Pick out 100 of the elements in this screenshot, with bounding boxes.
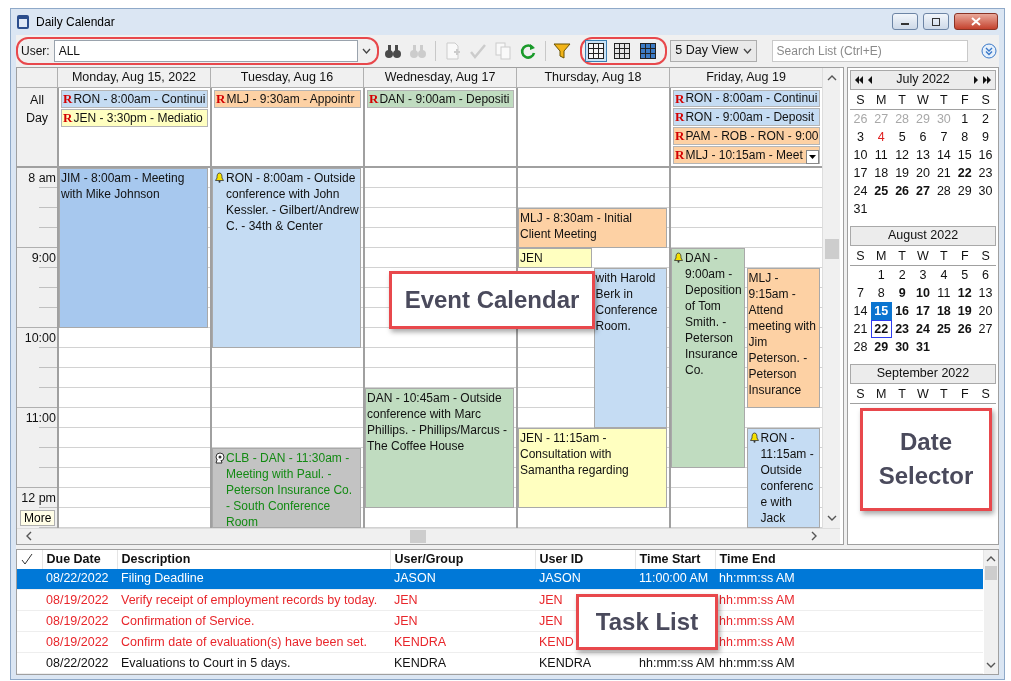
scroll-up-icon[interactable] — [826, 73, 837, 81]
scrollbar-thumb[interactable] — [410, 529, 426, 543]
calendar-day[interactable]: 19 — [891, 163, 913, 182]
event-block[interactable]: RON - 8:00am - Outside conference with John Kessler. - Gilbert/Andrew C. - 34th & Center — [212, 167, 361, 348]
scrollbar-thumb[interactable] — [824, 238, 839, 259]
calendar-day[interactable]: 18 — [870, 163, 892, 182]
all-day-event[interactable]: RMLJ - 9:30am - Appointr — [214, 89, 361, 108]
calendar-day[interactable]: 7 — [933, 127, 955, 146]
calendar-day[interactable]: 3 — [850, 127, 871, 146]
calendar-day[interactable]: 26 — [954, 319, 976, 338]
calendar-day[interactable]: 25 — [870, 181, 892, 200]
calendar-day[interactable]: 31 — [912, 337, 934, 356]
calendar-day[interactable]: 6 — [912, 127, 934, 146]
calendar-day[interactable]: 17 — [850, 163, 871, 182]
column-header[interactable]: Time Start — [635, 549, 715, 569]
scroll-right-icon[interactable] — [811, 531, 818, 541]
close-icon[interactable] — [971, 17, 981, 27]
calendar-day[interactable]: 14 — [933, 145, 955, 164]
close-button[interactable] — [954, 13, 998, 31]
calendar-day[interactable]: 3 — [912, 265, 934, 284]
maximize-icon[interactable] — [931, 17, 941, 26]
scroll-down-icon[interactable] — [826, 514, 837, 522]
event-block[interactable]: JEN - 11:15am - Consultation with Samantha regarding — [518, 427, 667, 508]
all-day-event[interactable]: RRON - 8:00am - Continui — [673, 89, 820, 108]
calendar-day[interactable]: 12 — [954, 283, 976, 302]
calendar-day[interactable]: 13 — [975, 283, 996, 302]
scroll-down-icon[interactable] — [985, 662, 996, 669]
all-day-event[interactable]: RRON - 8:00am - Continui — [61, 89, 208, 108]
calendar-day[interactable]: 21 — [850, 319, 871, 338]
calendar-day[interactable]: 13 — [912, 145, 934, 164]
calendar-day[interactable]: 14 — [850, 301, 871, 320]
maximize-button[interactable] — [923, 13, 949, 31]
calendar-day[interactable]: 9 — [891, 283, 913, 302]
calendar-day[interactable]: 10 — [850, 145, 871, 164]
calendar-day[interactable]: 23 — [891, 319, 913, 338]
calendar-day[interactable]: 27 — [975, 319, 996, 338]
calendar-day[interactable]: 26 — [891, 181, 913, 200]
calendar-day[interactable]: 15 — [870, 301, 892, 320]
calendar-day[interactable]: 11 — [870, 145, 892, 164]
calendar-day[interactable]: 16 — [891, 301, 913, 320]
calendar-day[interactable]: 29 — [954, 181, 976, 200]
calendar-day[interactable]: 20 — [975, 301, 996, 320]
left-arrow-icon[interactable] — [867, 75, 872, 84]
double-right-arrow-icon[interactable] — [982, 75, 992, 84]
event-block[interactable]: JEN — [518, 247, 592, 268]
calendar-day[interactable]: 25 — [933, 319, 955, 338]
calendar-day[interactable]: 1 — [954, 109, 976, 128]
calendar-day[interactable]: 29 — [870, 337, 892, 356]
calendar-day[interactable]: 19 — [954, 301, 976, 320]
calendar-day[interactable]: 24 — [850, 181, 871, 200]
calendar-day[interactable]: 28 — [850, 337, 871, 356]
column-header[interactable]: User/Group — [390, 549, 535, 569]
calendar-day[interactable]: 30 — [975, 181, 996, 200]
double-left-arrow-icon[interactable] — [854, 75, 864, 84]
view-dropdown[interactable]: 5 Day View — [670, 39, 757, 62]
calendar-day[interactable]: 30 — [891, 337, 913, 356]
calendar-day[interactable]: 10 — [912, 283, 934, 302]
calendar-day[interactable]: 22 — [954, 163, 976, 182]
calendar-day[interactable]: 22 — [870, 319, 892, 338]
calendar-day[interactable]: 16 — [975, 145, 996, 164]
column-header[interactable]: Time End — [715, 549, 983, 569]
event-block[interactable]: DAN - 9:00am - Deposition of Tom Smith. - Peterson Insurance Co. — [671, 247, 745, 468]
search-field[interactable]: Search List (Ctrl+E) — [771, 39, 968, 62]
event-block[interactable]: DAN - 10:45am - Outside conference with Marc Phillips. - Phillips/Marcus - The Coffee House — [365, 387, 514, 508]
calendar-day[interactable]: 11 — [933, 283, 955, 302]
calendar-day[interactable]: 28 — [933, 181, 955, 200]
calendar-day[interactable]: 4 — [933, 265, 955, 284]
calendar-day[interactable]: 21 — [933, 163, 955, 182]
event-block[interactable]: RON - 11:15am - Outside conference with Jack — [746, 427, 820, 528]
calendar-day[interactable]: 5 — [891, 127, 913, 146]
column-header[interactable]: User ID — [535, 549, 635, 569]
calendar-day[interactable]: 18 — [933, 301, 955, 320]
event-block[interactable]: with Harold Berk in Conference Room. — [593, 267, 667, 428]
all-day-event[interactable]: RRON - 9:00am - Deposit — [673, 108, 820, 126]
calendar-day[interactable]: 5 — [954, 265, 976, 284]
event-block[interactable]: JIM - 8:00am - Meeting with Mike Johnson — [59, 167, 208, 328]
scrollbar-thumb[interactable] — [984, 565, 997, 580]
calendar-day[interactable]: 1 — [870, 265, 892, 284]
calendar-day[interactable]: 20 — [912, 163, 934, 182]
calendar-day[interactable]: 9 — [975, 127, 996, 146]
all-day-event[interactable]: RJEN - 3:30pm - Mediatio — [61, 108, 208, 127]
calendar-day[interactable]: 2 — [975, 109, 996, 128]
all-day-event[interactable]: RMLJ - 10:15am - Meet — [673, 145, 820, 164]
event-block[interactable]: MLJ - 8:30am - Initial Client Meeting — [518, 207, 667, 248]
calendar-day[interactable]: 15 — [954, 145, 976, 164]
calendar-day[interactable]: 8 — [870, 283, 892, 302]
column-header[interactable]: Due Date — [42, 549, 117, 569]
calendar-day[interactable]: 24 — [912, 319, 934, 338]
calendar-day[interactable]: 8 — [954, 127, 976, 146]
more-button[interactable]: More — [20, 509, 56, 526]
calendar-day[interactable]: 4 — [870, 127, 892, 146]
scroll-left-icon[interactable] — [25, 531, 32, 541]
calendar-day[interactable]: 17 — [912, 301, 934, 320]
all-day-event[interactable]: RPAM - ROB - RON - 9:00 — [673, 127, 820, 145]
right-arrow-icon[interactable] — [974, 75, 979, 84]
calendar-day[interactable]: 23 — [975, 163, 996, 182]
calendar-day[interactable]: 6 — [975, 265, 996, 284]
calendar-day[interactable]: 27 — [912, 181, 934, 200]
calendar-day[interactable]: 7 — [850, 283, 871, 302]
calendar-day[interactable]: 31 — [850, 199, 871, 218]
